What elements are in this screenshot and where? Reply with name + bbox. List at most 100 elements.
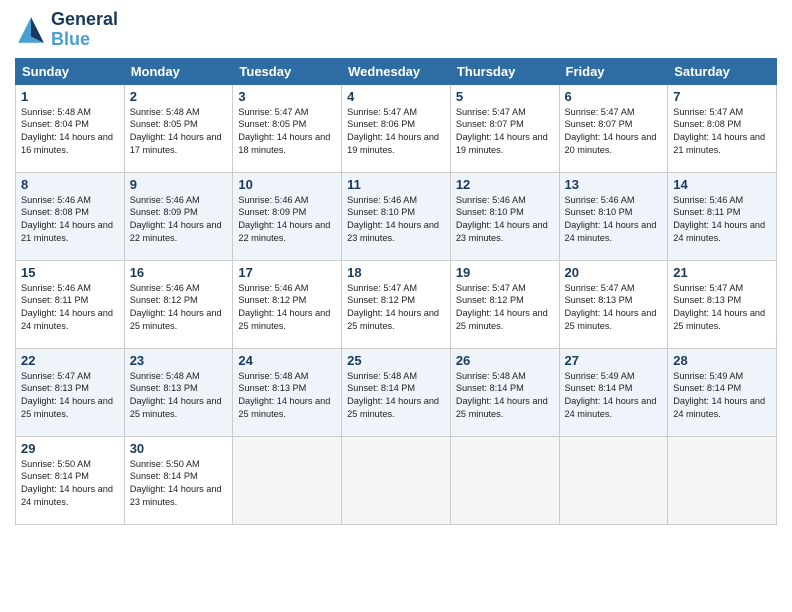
day-info: Sunrise: 5:47 AM Sunset: 8:08 PM Dayligh…: [673, 106, 771, 158]
calendar-cell: 16 Sunrise: 5:46 AM Sunset: 8:12 PM Dayl…: [124, 260, 233, 348]
calendar-cell: [450, 436, 559, 524]
day-info: Sunrise: 5:47 AM Sunset: 8:12 PM Dayligh…: [456, 282, 554, 334]
calendar-cell: 28 Sunrise: 5:49 AM Sunset: 8:14 PM Dayl…: [668, 348, 777, 436]
day-number: 13: [565, 177, 663, 192]
day-info: Sunrise: 5:46 AM Sunset: 8:11 PM Dayligh…: [21, 282, 119, 334]
day-info: Sunrise: 5:46 AM Sunset: 8:10 PM Dayligh…: [347, 194, 445, 246]
day-info: Sunrise: 5:47 AM Sunset: 8:07 PM Dayligh…: [565, 106, 663, 158]
day-info: Sunrise: 5:46 AM Sunset: 8:12 PM Dayligh…: [238, 282, 336, 334]
col-monday: Monday: [124, 58, 233, 84]
calendar-cell: 18 Sunrise: 5:47 AM Sunset: 8:12 PM Dayl…: [342, 260, 451, 348]
day-info: Sunrise: 5:46 AM Sunset: 8:08 PM Dayligh…: [21, 194, 119, 246]
calendar-week-4: 22 Sunrise: 5:47 AM Sunset: 8:13 PM Dayl…: [16, 348, 777, 436]
calendar-cell: 20 Sunrise: 5:47 AM Sunset: 8:13 PM Dayl…: [559, 260, 668, 348]
header: General Blue: [15, 10, 777, 50]
calendar-cell: [233, 436, 342, 524]
day-info: Sunrise: 5:48 AM Sunset: 8:14 PM Dayligh…: [347, 370, 445, 422]
col-thursday: Thursday: [450, 58, 559, 84]
day-info: Sunrise: 5:46 AM Sunset: 8:09 PM Dayligh…: [238, 194, 336, 246]
day-number: 24: [238, 353, 336, 368]
calendar-cell: 26 Sunrise: 5:48 AM Sunset: 8:14 PM Dayl…: [450, 348, 559, 436]
day-number: 17: [238, 265, 336, 280]
calendar-week-1: 1 Sunrise: 5:48 AM Sunset: 8:04 PM Dayli…: [16, 84, 777, 172]
day-number: 1: [21, 89, 119, 104]
calendar-cell: 3 Sunrise: 5:47 AM Sunset: 8:05 PM Dayli…: [233, 84, 342, 172]
day-number: 12: [456, 177, 554, 192]
calendar-cell: 29 Sunrise: 5:50 AM Sunset: 8:14 PM Dayl…: [16, 436, 125, 524]
day-info: Sunrise: 5:46 AM Sunset: 8:10 PM Dayligh…: [456, 194, 554, 246]
day-info: Sunrise: 5:47 AM Sunset: 8:12 PM Dayligh…: [347, 282, 445, 334]
day-number: 29: [21, 441, 119, 456]
day-number: 9: [130, 177, 228, 192]
day-number: 11: [347, 177, 445, 192]
day-info: Sunrise: 5:46 AM Sunset: 8:11 PM Dayligh…: [673, 194, 771, 246]
col-sunday: Sunday: [16, 58, 125, 84]
calendar-cell: 6 Sunrise: 5:47 AM Sunset: 8:07 PM Dayli…: [559, 84, 668, 172]
day-number: 21: [673, 265, 771, 280]
day-info: Sunrise: 5:47 AM Sunset: 8:13 PM Dayligh…: [673, 282, 771, 334]
logo-icon: [15, 14, 47, 46]
calendar-cell: 25 Sunrise: 5:48 AM Sunset: 8:14 PM Dayl…: [342, 348, 451, 436]
calendar-cell: 4 Sunrise: 5:47 AM Sunset: 8:06 PM Dayli…: [342, 84, 451, 172]
day-number: 30: [130, 441, 228, 456]
day-info: Sunrise: 5:46 AM Sunset: 8:10 PM Dayligh…: [565, 194, 663, 246]
col-wednesday: Wednesday: [342, 58, 451, 84]
day-number: 18: [347, 265, 445, 280]
day-number: 20: [565, 265, 663, 280]
header-row: Sunday Monday Tuesday Wednesday Thursday…: [16, 58, 777, 84]
day-info: Sunrise: 5:50 AM Sunset: 8:14 PM Dayligh…: [21, 458, 119, 510]
calendar-cell: 14 Sunrise: 5:46 AM Sunset: 8:11 PM Dayl…: [668, 172, 777, 260]
day-number: 10: [238, 177, 336, 192]
day-number: 4: [347, 89, 445, 104]
day-number: 6: [565, 89, 663, 104]
calendar-week-3: 15 Sunrise: 5:46 AM Sunset: 8:11 PM Dayl…: [16, 260, 777, 348]
day-info: Sunrise: 5:49 AM Sunset: 8:14 PM Dayligh…: [673, 370, 771, 422]
calendar-cell: 12 Sunrise: 5:46 AM Sunset: 8:10 PM Dayl…: [450, 172, 559, 260]
calendar-cell: 23 Sunrise: 5:48 AM Sunset: 8:13 PM Dayl…: [124, 348, 233, 436]
calendar-week-2: 8 Sunrise: 5:46 AM Sunset: 8:08 PM Dayli…: [16, 172, 777, 260]
logo: General Blue: [15, 10, 118, 50]
day-number: 23: [130, 353, 228, 368]
day-info: Sunrise: 5:48 AM Sunset: 8:13 PM Dayligh…: [130, 370, 228, 422]
day-number: 22: [21, 353, 119, 368]
day-number: 7: [673, 89, 771, 104]
day-info: Sunrise: 5:49 AM Sunset: 8:14 PM Dayligh…: [565, 370, 663, 422]
day-info: Sunrise: 5:48 AM Sunset: 8:04 PM Dayligh…: [21, 106, 119, 158]
day-number: 8: [21, 177, 119, 192]
calendar-cell: 27 Sunrise: 5:49 AM Sunset: 8:14 PM Dayl…: [559, 348, 668, 436]
calendar: Sunday Monday Tuesday Wednesday Thursday…: [15, 58, 777, 525]
calendar-cell: [342, 436, 451, 524]
day-number: 16: [130, 265, 228, 280]
day-info: Sunrise: 5:47 AM Sunset: 8:05 PM Dayligh…: [238, 106, 336, 158]
calendar-cell: 17 Sunrise: 5:46 AM Sunset: 8:12 PM Dayl…: [233, 260, 342, 348]
day-info: Sunrise: 5:50 AM Sunset: 8:14 PM Dayligh…: [130, 458, 228, 510]
day-number: 5: [456, 89, 554, 104]
day-number: 25: [347, 353, 445, 368]
page: General Blue Sunday Monday Tuesday Wedne…: [0, 0, 792, 612]
day-info: Sunrise: 5:47 AM Sunset: 8:13 PM Dayligh…: [565, 282, 663, 334]
day-info: Sunrise: 5:47 AM Sunset: 8:06 PM Dayligh…: [347, 106, 445, 158]
col-tuesday: Tuesday: [233, 58, 342, 84]
calendar-cell: 9 Sunrise: 5:46 AM Sunset: 8:09 PM Dayli…: [124, 172, 233, 260]
day-info: Sunrise: 5:47 AM Sunset: 8:13 PM Dayligh…: [21, 370, 119, 422]
col-friday: Friday: [559, 58, 668, 84]
calendar-cell: 19 Sunrise: 5:47 AM Sunset: 8:12 PM Dayl…: [450, 260, 559, 348]
calendar-cell: 8 Sunrise: 5:46 AM Sunset: 8:08 PM Dayli…: [16, 172, 125, 260]
day-info: Sunrise: 5:46 AM Sunset: 8:09 PM Dayligh…: [130, 194, 228, 246]
calendar-cell: 7 Sunrise: 5:47 AM Sunset: 8:08 PM Dayli…: [668, 84, 777, 172]
calendar-cell: 1 Sunrise: 5:48 AM Sunset: 8:04 PM Dayli…: [16, 84, 125, 172]
calendar-cell: 13 Sunrise: 5:46 AM Sunset: 8:10 PM Dayl…: [559, 172, 668, 260]
calendar-cell: [559, 436, 668, 524]
logo-text: General Blue: [51, 10, 118, 50]
calendar-week-5: 29 Sunrise: 5:50 AM Sunset: 8:14 PM Dayl…: [16, 436, 777, 524]
calendar-cell: 30 Sunrise: 5:50 AM Sunset: 8:14 PM Dayl…: [124, 436, 233, 524]
day-number: 19: [456, 265, 554, 280]
calendar-cell: 5 Sunrise: 5:47 AM Sunset: 8:07 PM Dayli…: [450, 84, 559, 172]
day-number: 15: [21, 265, 119, 280]
calendar-cell: 15 Sunrise: 5:46 AM Sunset: 8:11 PM Dayl…: [16, 260, 125, 348]
calendar-cell: 2 Sunrise: 5:48 AM Sunset: 8:05 PM Dayli…: [124, 84, 233, 172]
day-info: Sunrise: 5:48 AM Sunset: 8:05 PM Dayligh…: [130, 106, 228, 158]
calendar-cell: 22 Sunrise: 5:47 AM Sunset: 8:13 PM Dayl…: [16, 348, 125, 436]
day-number: 3: [238, 89, 336, 104]
calendar-cell: 11 Sunrise: 5:46 AM Sunset: 8:10 PM Dayl…: [342, 172, 451, 260]
